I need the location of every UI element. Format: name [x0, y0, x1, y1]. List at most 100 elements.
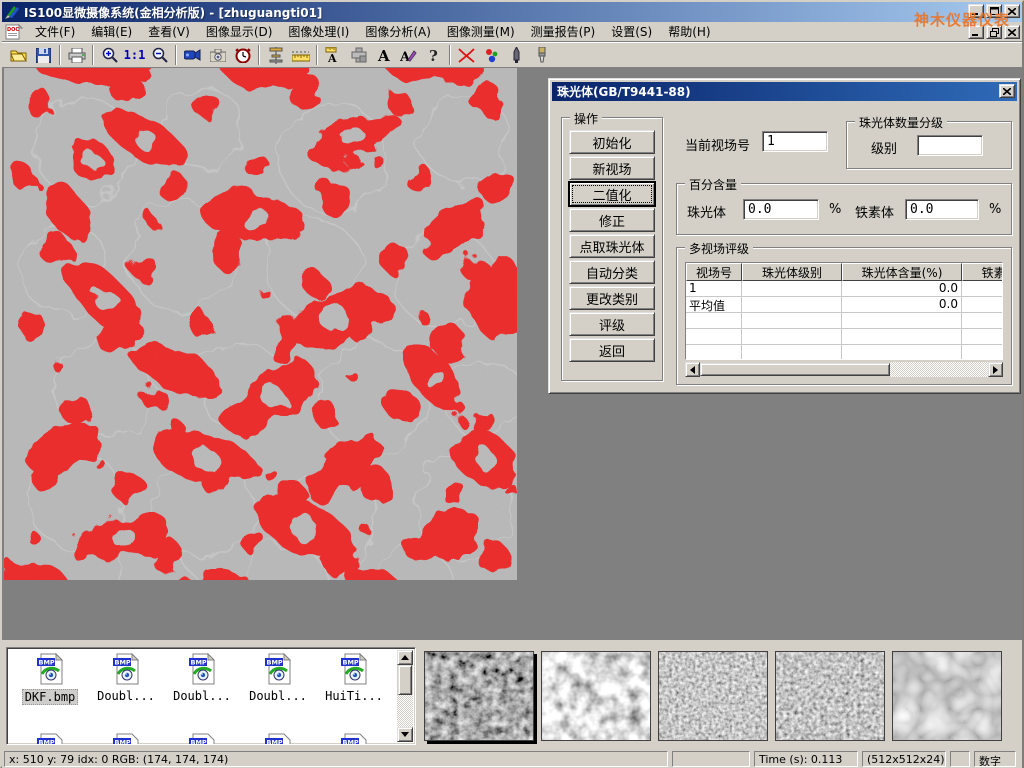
mdi-minimize-button[interactable]	[968, 25, 984, 39]
scroll-down-button[interactable]	[397, 727, 413, 742]
scroll-right-button[interactable]	[988, 362, 1003, 377]
close-button[interactable]	[1004, 4, 1020, 18]
menu-settings[interactable]: 设置(S)	[603, 21, 660, 42]
print-button[interactable]	[64, 44, 89, 67]
back-button[interactable]: 返回	[569, 338, 655, 362]
table-row[interactable]: 1 0.0	[686, 281, 1002, 297]
file-name[interactable]: Doubl...	[247, 689, 309, 703]
col-pearlite-content[interactable]: 珠光体含量(%)	[842, 263, 962, 281]
cell[interactable]: 平均值	[686, 297, 742, 313]
menu-file[interactable]: 文件(F)	[27, 21, 83, 42]
pearlite-percent-input[interactable]	[743, 199, 819, 220]
file-item[interactable]: BMP Doubl...	[89, 652, 163, 703]
col-ferrite-content[interactable]: 铁素体含量(%)	[962, 263, 1003, 281]
file-list-scrollbar[interactable]	[397, 650, 413, 742]
thumbnail-2[interactable]	[541, 651, 651, 741]
split-curve-button[interactable]	[454, 44, 479, 67]
cell[interactable]	[742, 313, 842, 329]
cell[interactable]	[962, 313, 1003, 329]
cell[interactable]	[742, 281, 842, 297]
table-row[interactable]	[686, 345, 1002, 360]
table-row[interactable]	[686, 313, 1002, 329]
scroll-left-button[interactable]	[685, 362, 700, 377]
file-item[interactable]: BMP	[317, 732, 391, 745]
auto-classify-button[interactable]: 自动分类	[569, 260, 655, 284]
mdi-document-icon[interactable]: DOC	[5, 24, 23, 40]
file-item[interactable]: BMP	[241, 732, 315, 745]
timer-button[interactable]	[230, 44, 255, 67]
cell[interactable]: 0.0	[842, 297, 962, 313]
file-name[interactable]: Doubl...	[95, 689, 157, 703]
menu-edit[interactable]: 编辑(E)	[83, 21, 140, 42]
table-row[interactable]: 平均值 0.0	[686, 297, 1002, 313]
cell[interactable]	[742, 345, 842, 360]
maximize-button[interactable]	[986, 4, 1002, 18]
col-pearlite-grade[interactable]: 珠光体级别	[742, 263, 842, 281]
ruler-button[interactable]	[288, 44, 313, 67]
menu-measure-report[interactable]: 测量报告(P)	[523, 21, 604, 42]
thumbnail-4[interactable]	[775, 651, 885, 741]
cell[interactable]	[842, 313, 962, 329]
snapshot-button[interactable]	[205, 44, 230, 67]
actual-size-button[interactable]: 1:1	[122, 44, 147, 67]
scroll-thumb[interactable]	[398, 665, 412, 695]
file-item[interactable]: BMP Doubl...	[165, 652, 239, 703]
file-item[interactable]: BMP	[13, 732, 87, 745]
caliper-button[interactable]	[263, 44, 288, 67]
multiview-table[interactable]: 视场号 珠光体级别 珠光体含量(%) 铁素体含量(%) 1 0.0 平均值	[685, 262, 1003, 360]
save-button[interactable]	[31, 44, 56, 67]
cell[interactable]: 1	[686, 281, 742, 297]
file-item[interactable]: BMP	[165, 732, 239, 745]
file-name[interactable]: Doubl...	[171, 689, 233, 703]
cell[interactable]	[742, 329, 842, 345]
menu-image-processing[interactable]: 图像处理(I)	[280, 21, 357, 42]
dialog-close-button[interactable]	[999, 84, 1015, 98]
col-view-no[interactable]: 视场号	[686, 263, 742, 281]
table-row[interactable]	[686, 329, 1002, 345]
file-item[interactable]: BMP DKF.bmp	[13, 652, 87, 705]
cell[interactable]: 0.0	[842, 281, 962, 297]
binarize-button[interactable]: 二值化	[569, 182, 655, 206]
cell[interactable]	[842, 329, 962, 345]
pick-pearlite-button[interactable]: 点取珠光体	[569, 234, 655, 258]
grade-input[interactable]	[917, 135, 983, 156]
new-view-button[interactable]: 新视场	[569, 156, 655, 180]
menu-image-display[interactable]: 图像显示(D)	[198, 21, 281, 42]
thumbnail-5[interactable]	[892, 651, 1002, 741]
change-class-button[interactable]: 更改类别	[569, 286, 655, 310]
file-item[interactable]: BMP HuiTi...	[317, 652, 391, 703]
cell[interactable]	[842, 345, 962, 360]
cell[interactable]	[742, 297, 842, 313]
open-button[interactable]	[6, 44, 31, 67]
zoom-out-button[interactable]	[147, 44, 172, 67]
scroll-track[interactable]	[397, 695, 413, 727]
cell[interactable]	[962, 329, 1003, 345]
cell[interactable]	[686, 313, 742, 329]
thumbnail-3[interactable]	[658, 651, 768, 741]
cell[interactable]	[686, 329, 742, 345]
probe-pen-button[interactable]	[504, 44, 529, 67]
measure-scale-button[interactable]: A	[321, 44, 346, 67]
grade-button[interactable]: 评级	[569, 312, 655, 336]
file-item[interactable]: BMP	[89, 732, 163, 745]
dialog-title-bar[interactable]: 珠光体(GB/T9441-88)	[552, 82, 1017, 101]
minimize-button[interactable]	[968, 4, 984, 18]
table-horizontal-scrollbar[interactable]	[685, 362, 1003, 377]
phase-dots-button[interactable]	[479, 44, 504, 67]
video-camera-button[interactable]	[180, 44, 205, 67]
scroll-thumb[interactable]	[700, 363, 890, 376]
init-button[interactable]: 初始化	[569, 130, 655, 154]
file-name[interactable]: HuiTi...	[323, 689, 385, 703]
scroll-track[interactable]	[890, 362, 988, 377]
current-view-input[interactable]	[762, 131, 828, 152]
mdi-restore-button[interactable]	[986, 25, 1002, 39]
file-list[interactable]: BMP DKF.bmp BMP Doubl... BMP	[6, 647, 416, 745]
help-button[interactable]: ?	[421, 44, 446, 67]
text-button[interactable]: A	[371, 44, 396, 67]
menu-image-measure[interactable]: 图像测量(M)	[439, 21, 523, 42]
grid-merge-button[interactable]	[346, 44, 371, 67]
cell[interactable]	[962, 281, 1003, 297]
ferrite-percent-input[interactable]	[905, 199, 979, 220]
file-item[interactable]: BMP Doubl...	[241, 652, 315, 703]
scroll-up-button[interactable]	[397, 650, 413, 665]
